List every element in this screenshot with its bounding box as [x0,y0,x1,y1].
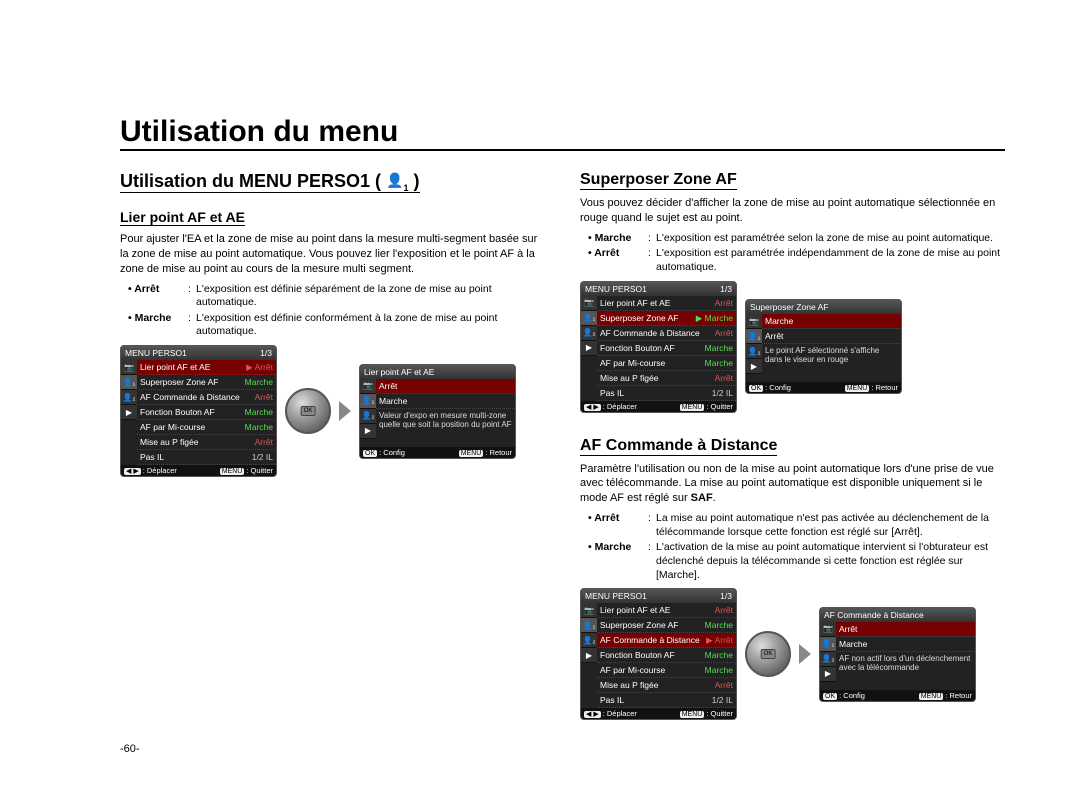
definition-list: Marche:L'exposition est paramétrée selon… [588,232,1005,275]
control-dial-icon [745,631,791,677]
section-heading-left: Utilisation du MENU PERSO1 ( 👤1 ) [120,171,420,193]
menu-screenshot-detail: Superposer Zone AF 📷👤₁👤₂▶ MarcheArrêtLe … [745,299,902,394]
body-text: Pour ajuster l'EA et la zone de mise au … [120,232,545,277]
page-number: -60- [120,743,140,755]
menu-screenshot: MENU PERSO11/3 📷👤₁👤₂▶ Lier point AF et A… [580,588,737,720]
definition-list: Arrêt:La mise au point automatique n'est… [588,512,1005,582]
screens-row: MENU PERSO11/3 📷👤₁👤₂▶ Lier point AF et A… [580,281,1005,413]
control-dial-icon [285,388,331,434]
definition-list: Arrêt:L'exposition est définie séparémen… [128,283,545,340]
screens-row: MENU PERSO11/3 📷👤₁👤₂▶ Lier point AF et A… [120,345,545,477]
page: Utilisation du menu Utilisation du MENU … [0,0,1080,790]
columns: Utilisation du MENU PERSO1 ( 👤1 ) Lier p… [120,171,1005,720]
arrow-icon [339,401,351,421]
arrow-icon [799,644,811,664]
screens-row: MENU PERSO11/3 📷👤₁👤₂▶ Lier point AF et A… [580,588,1005,720]
subhead-lier-af-ae: Lier point AF et AE [120,209,245,226]
menu-screenshot: MENU PERSO11/3 📷👤₁👤₂▶ Lier point AF et A… [580,281,737,413]
page-title: Utilisation du menu [120,115,1005,151]
person-icon: 👤 [386,172,403,189]
right-column: Superposer Zone AF Vous pouvez décider d… [580,171,1005,720]
subhead-af-distance: AF Commande à Distance [580,437,777,456]
menu-screenshot: MENU PERSO11/3 📷👤₁👤₂▶ Lier point AF et A… [120,345,277,477]
subhead-superposer: Superposer Zone AF [580,171,737,190]
body-text: Paramètre l'utilisation ou non de la mis… [580,462,1005,507]
menu-screenshot-detail: Lier point AF et AE 📷👤₁👤₂▶ ArrêtMarcheVa… [359,364,516,459]
left-column: Utilisation du MENU PERSO1 ( 👤1 ) Lier p… [120,171,545,720]
menu-screenshot-detail: AF Commande à Distance 📷👤₁👤₂▶ ArrêtMarch… [819,607,976,702]
body-text: Vous pouvez décider d'afficher la zone d… [580,196,1005,226]
